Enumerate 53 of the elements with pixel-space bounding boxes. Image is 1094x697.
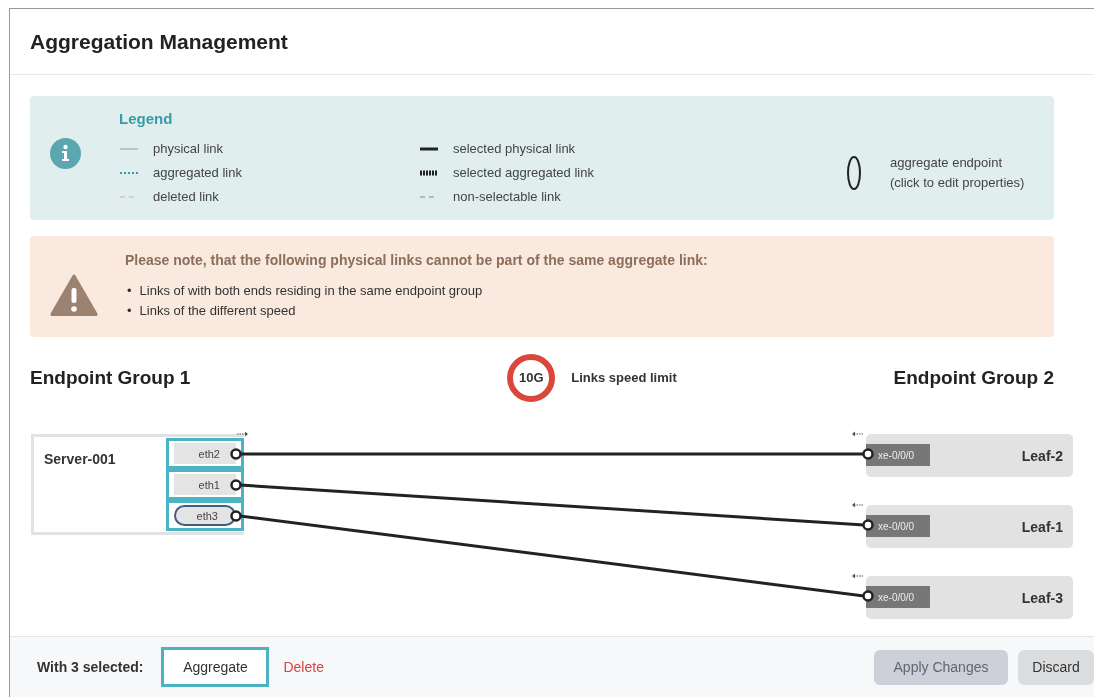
- port-label: xe-0/0/0: [866, 444, 930, 466]
- legend-title: Legend: [119, 109, 174, 129]
- page-title: Aggregation Management: [30, 29, 289, 55]
- port-label: eth2: [174, 443, 236, 464]
- group-heading: Endpoint Group 1: [30, 366, 191, 390]
- port-item[interactable]: eth2: [166, 438, 244, 469]
- leaf-node[interactable]: xe-0/0/0 Leaf-2: [866, 434, 1073, 477]
- leaf-node[interactable]: xe-0/0/0 Leaf-1: [866, 505, 1073, 548]
- node-name: Server-001: [44, 450, 116, 469]
- notice-item: Links of the different speed: [139, 302, 296, 320]
- selection-count: With 3 selected:: [37, 657, 144, 677]
- node-name: Leaf-3: [1021, 589, 1063, 608]
- legend-label: selected physical link: [453, 139, 576, 158]
- port-item[interactable]: eth3: [166, 500, 244, 531]
- leaf-node[interactable]: xe-0/0/0 Leaf-3: [866, 576, 1073, 619]
- speed-limit-label: Links speed limit: [571, 369, 677, 388]
- speed-limit-badge: 10G: [507, 354, 556, 402]
- info-icon: [50, 138, 81, 169]
- port-label: xe-0/0/0: [866, 515, 930, 537]
- port-dot: [230, 479, 242, 491]
- node-name: Leaf-2: [1021, 447, 1063, 466]
- notice-item: Links of with both ends residing in the same endpoint group: [139, 282, 483, 300]
- delete-link[interactable]: Delete: [279, 656, 328, 678]
- arrow-icon: [852, 431, 864, 437]
- legend-label: non-selectable link: [453, 187, 561, 206]
- node-name: Leaf-1: [1021, 518, 1063, 537]
- port-dot: [862, 448, 874, 460]
- thick-dotted-line-icon: [419, 168, 439, 177]
- legend-label: selected aggregated link: [453, 163, 594, 182]
- port-dot: [230, 448, 242, 460]
- legend-label: physical link: [153, 139, 224, 158]
- server-node[interactable]: Server-001 eth2 eth1 eth3: [31, 434, 244, 535]
- port-item[interactable]: eth1: [166, 469, 244, 500]
- port-dot: [230, 510, 242, 522]
- arrow-icon: [852, 502, 864, 508]
- aggregate-button[interactable]: Aggregate: [161, 647, 270, 687]
- port-label: xe-0/0/0: [866, 586, 930, 608]
- port-dot: [862, 590, 874, 602]
- notice-title: Please note, that the following physical links cannot be part of the same aggregate link:: [125, 251, 708, 270]
- port-label: eth3: [174, 505, 236, 526]
- warning-icon: [50, 274, 98, 316]
- bullet-mark: •: [127, 302, 132, 320]
- port-dot: [862, 519, 874, 531]
- legend-label: aggregate endpoint (click to edit properties): [890, 154, 1026, 192]
- bullet-mark: •: [127, 282, 132, 300]
- ellipse-icon: [844, 154, 864, 191]
- legend-label: deleted link: [153, 187, 219, 206]
- discard-button[interactable]: Discard: [1018, 649, 1094, 685]
- group-heading: Endpoint Group 2: [893, 366, 1054, 390]
- arrow-icon: [236, 431, 248, 437]
- arrow-icon: [852, 573, 864, 579]
- port-label: eth1: [174, 474, 236, 495]
- legend-label: aggregated link: [153, 163, 242, 182]
